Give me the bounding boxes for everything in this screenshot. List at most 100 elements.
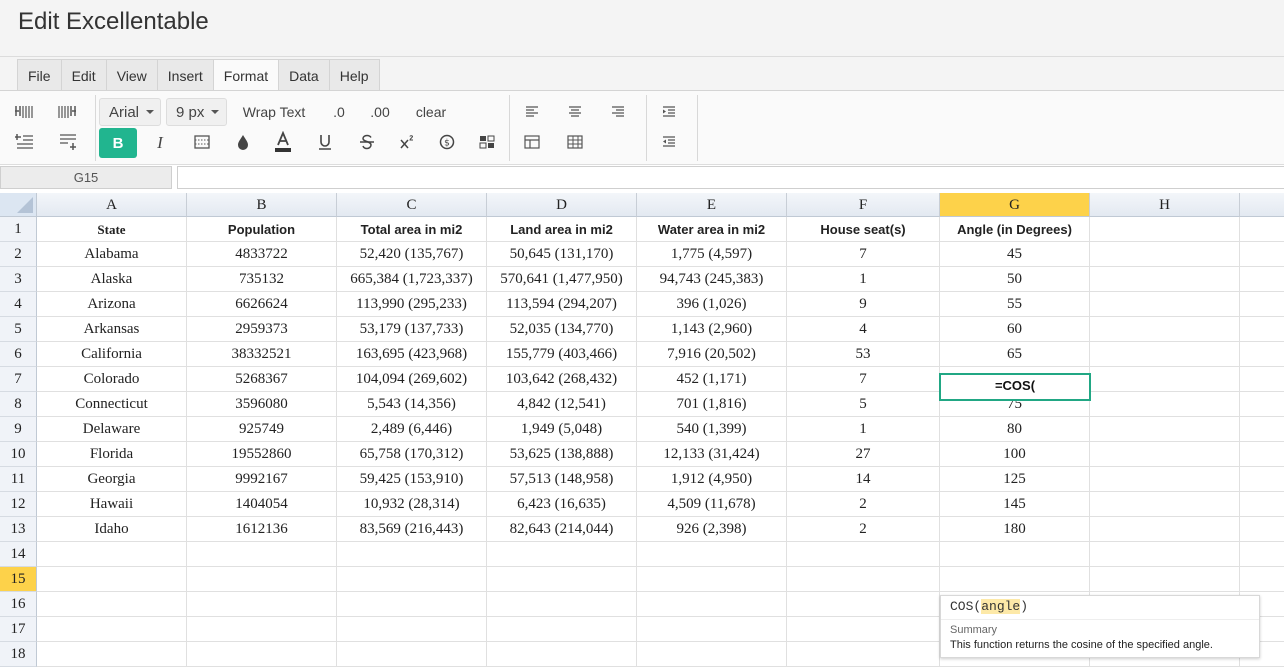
cell-h8[interactable] bbox=[1090, 392, 1240, 417]
cell-g15[interactable] bbox=[940, 567, 1090, 592]
cell-a10[interactable]: Florida bbox=[37, 442, 187, 467]
row-header-17[interactable]: 17 bbox=[0, 617, 37, 642]
cell-d11[interactable]: 57,513 (148,958) bbox=[487, 467, 637, 492]
cell-g9[interactable]: 80 bbox=[940, 417, 1090, 442]
fill-color-icon[interactable] bbox=[232, 131, 254, 153]
cell-a8[interactable]: Connecticut bbox=[37, 392, 187, 417]
cell-f11[interactable]: 14 bbox=[787, 467, 940, 492]
cell-h14[interactable] bbox=[1090, 542, 1240, 567]
cell-a7[interactable]: Colorado bbox=[37, 367, 187, 392]
active-cell-editor[interactable]: =COS( bbox=[939, 373, 1091, 401]
cell-e8[interactable]: 701 (1,816) bbox=[637, 392, 787, 417]
cell-c3[interactable]: 665,384 (1,723,337) bbox=[337, 267, 487, 292]
cell-h7[interactable] bbox=[1090, 367, 1240, 392]
cell-d4[interactable]: 113,594 (294,207) bbox=[487, 292, 637, 317]
cell-b18[interactable] bbox=[187, 642, 337, 667]
borders-icon[interactable] bbox=[191, 131, 213, 153]
align-left-icon[interactable] bbox=[521, 101, 543, 123]
cell-e13[interactable]: 926 (2,398) bbox=[637, 517, 787, 542]
cell-b16[interactable] bbox=[187, 592, 337, 617]
cell-c17[interactable] bbox=[337, 617, 487, 642]
cell-h1[interactable] bbox=[1090, 217, 1240, 242]
cell-a5[interactable]: Arkansas bbox=[37, 317, 187, 342]
cell-e5[interactable]: 1,143 (2,960) bbox=[637, 317, 787, 342]
cell-partial[interactable] bbox=[1240, 367, 1284, 392]
menu-insert[interactable]: Insert bbox=[156, 59, 213, 92]
cell-g5[interactable]: 60 bbox=[940, 317, 1090, 342]
cell-b12[interactable]: 1404054 bbox=[187, 492, 337, 517]
menu-format[interactable]: Format bbox=[212, 59, 279, 92]
cell-e18[interactable] bbox=[637, 642, 787, 667]
cell-c7[interactable]: 104,094 (269,602) bbox=[337, 367, 487, 392]
superscript-icon[interactable] bbox=[396, 131, 418, 153]
cell-h2[interactable] bbox=[1090, 242, 1240, 267]
select-all-corner[interactable] bbox=[0, 193, 37, 217]
cell-partial[interactable] bbox=[1240, 392, 1284, 417]
cell-h9[interactable] bbox=[1090, 417, 1240, 442]
cell-b4[interactable]: 6626624 bbox=[187, 292, 337, 317]
cell-c5[interactable]: 53,179 (137,733) bbox=[337, 317, 487, 342]
cell-partial[interactable] bbox=[1240, 542, 1284, 567]
cell-g2[interactable]: 45 bbox=[940, 242, 1090, 267]
insert-row-below-icon[interactable] bbox=[55, 131, 79, 153]
cell-f14[interactable] bbox=[787, 542, 940, 567]
cell-partial[interactable] bbox=[1240, 292, 1284, 317]
column-header-e[interactable]: E bbox=[637, 193, 787, 217]
cell-d7[interactable]: 103,642 (268,432) bbox=[487, 367, 637, 392]
cell-partial[interactable] bbox=[1240, 267, 1284, 292]
cell-e1[interactable]: Water area in mi2 bbox=[637, 217, 787, 242]
cell-f9[interactable]: 1 bbox=[787, 417, 940, 442]
row-header-9[interactable]: 9 bbox=[0, 417, 37, 442]
column-header-h[interactable]: H bbox=[1090, 193, 1240, 217]
cell-f8[interactable]: 5 bbox=[787, 392, 940, 417]
cell-c14[interactable] bbox=[337, 542, 487, 567]
cell-b15[interactable] bbox=[187, 567, 337, 592]
cell-f16[interactable] bbox=[787, 592, 940, 617]
cell-f15[interactable] bbox=[787, 567, 940, 592]
one-decimal-button[interactable]: .0 bbox=[326, 101, 352, 123]
column-header-partial[interactable] bbox=[1240, 193, 1284, 217]
insert-row-above-icon[interactable] bbox=[12, 131, 36, 153]
function-signature[interactable]: COS(angle) bbox=[950, 599, 1028, 614]
cell-f10[interactable]: 27 bbox=[787, 442, 940, 467]
row-header-12[interactable]: 12 bbox=[0, 492, 37, 517]
cell-b17[interactable] bbox=[187, 617, 337, 642]
row-header-8[interactable]: 8 bbox=[0, 392, 37, 417]
cell-a15[interactable] bbox=[37, 567, 187, 592]
row-header-4[interactable]: 4 bbox=[0, 292, 37, 317]
cell-f3[interactable]: 1 bbox=[787, 267, 940, 292]
clear-format-button[interactable]: clear bbox=[410, 101, 452, 123]
cell-e12[interactable]: 4,509 (11,678) bbox=[637, 492, 787, 517]
row-header-6[interactable]: 6 bbox=[0, 342, 37, 367]
cell-c9[interactable]: 2,489 (6,446) bbox=[337, 417, 487, 442]
cell-b11[interactable]: 9992167 bbox=[187, 467, 337, 492]
column-header-a[interactable]: A bbox=[37, 193, 187, 217]
insert-column-left-icon[interactable] bbox=[12, 100, 36, 122]
row-header-10[interactable]: 10 bbox=[0, 442, 37, 467]
cell-f6[interactable]: 53 bbox=[787, 342, 940, 367]
cell-b13[interactable]: 1612136 bbox=[187, 517, 337, 542]
cell-f12[interactable]: 2 bbox=[787, 492, 940, 517]
cell-g3[interactable]: 50 bbox=[940, 267, 1090, 292]
column-header-c[interactable]: C bbox=[337, 193, 487, 217]
cell-e7[interactable]: 452 (1,171) bbox=[637, 367, 787, 392]
row-header-5[interactable]: 5 bbox=[0, 317, 37, 342]
menu-data[interactable]: Data bbox=[278, 59, 329, 92]
cell-b9[interactable]: 925749 bbox=[187, 417, 337, 442]
cell-c6[interactable]: 163,695 (423,968) bbox=[337, 342, 487, 367]
cell-partial[interactable] bbox=[1240, 317, 1284, 342]
cell-f13[interactable]: 2 bbox=[787, 517, 940, 542]
cell-c12[interactable]: 10,932 (28,314) bbox=[337, 492, 487, 517]
column-header-b[interactable]: B bbox=[187, 193, 337, 217]
conditional-format-icon[interactable] bbox=[476, 131, 498, 153]
cell-e9[interactable]: 540 (1,399) bbox=[637, 417, 787, 442]
cell-d2[interactable]: 50,645 (131,170) bbox=[487, 242, 637, 267]
cell-b3[interactable]: 735132 bbox=[187, 267, 337, 292]
cell-g12[interactable]: 145 bbox=[940, 492, 1090, 517]
cell-g4[interactable]: 55 bbox=[940, 292, 1090, 317]
cell-d12[interactable]: 6,423 (16,635) bbox=[487, 492, 637, 517]
row-header-1[interactable]: 1 bbox=[0, 217, 37, 242]
bold-button[interactable]: B bbox=[99, 128, 137, 158]
cell-partial[interactable] bbox=[1240, 567, 1284, 592]
cell-d18[interactable] bbox=[487, 642, 637, 667]
